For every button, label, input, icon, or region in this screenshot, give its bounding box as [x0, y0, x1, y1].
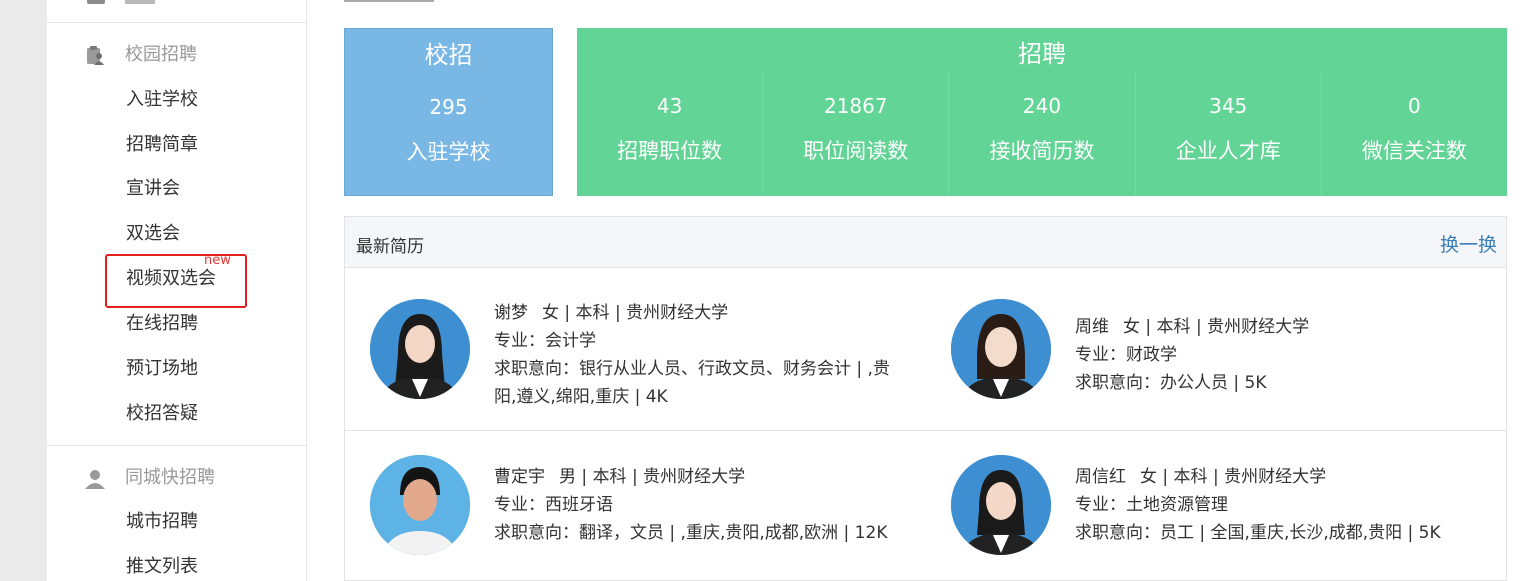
panel-title: 最新简历: [356, 237, 424, 257]
sidebar-item-schools[interactable]: 入驻学校: [126, 89, 198, 111]
stat-value: 345: [1209, 94, 1248, 118]
clipboard-user-icon: [87, 46, 104, 65]
resume-info: 周信红女 | 本科 | 贵州财经大学 专业：土地资源管理 求职意向：员工 | 全…: [1075, 463, 1490, 547]
resume-card[interactable]: 周信红女 | 本科 | 贵州财经大学 专业：土地资源管理 求职意向：员工 | 全…: [951, 455, 1511, 575]
stat-talent-pool[interactable]: 345 企业人才库: [1134, 70, 1321, 196]
latest-resumes-panel: 最新简历 换一换 谢梦女 | 本科 | 贵州财经大学 专业：会计学 求职意向：银…: [344, 216, 1507, 581]
resume-name: 周信红: [1075, 467, 1126, 487]
resume-intent: 求职意向：办公人员 | 5K: [1075, 373, 1267, 393]
stat-resumes-received[interactable]: 240 接收简历数: [948, 70, 1134, 196]
sidebar-item-brochures[interactable]: 招聘简章: [126, 134, 198, 156]
sidebar-item-seminars[interactable]: 宣讲会: [126, 178, 180, 200]
stat-value: 21867: [823, 94, 888, 118]
avatar: [951, 455, 1051, 555]
sidebar: 校园招聘 入驻学校 招聘简章 宣讲会 双选会 视频双选会 new 在线招聘 预订…: [47, 0, 307, 581]
campus-stats-card[interactable]: 校招 295 入驻学校: [344, 28, 553, 196]
resume-info: 曹定宇男 | 本科 | 贵州财经大学 专业：西班牙语 求职意向：翻译，文员 | …: [494, 463, 909, 547]
avatar: [370, 299, 470, 399]
user-icon: [85, 470, 105, 489]
stat-value: 0: [1408, 94, 1421, 118]
campus-school-label: 入驻学校: [406, 140, 491, 164]
row-divider: [345, 430, 1506, 431]
stat-job-count[interactable]: 43 招聘职位数: [577, 70, 762, 196]
stat-label: 职位阅读数: [803, 139, 909, 163]
resume-card[interactable]: 谢梦女 | 本科 | 贵州财经大学 专业：会计学 求职意向：银行从业人员、行政文…: [370, 299, 930, 419]
campus-card-title: 校招: [424, 41, 473, 69]
sidebar-divider: [47, 445, 306, 446]
resume-name: 谢梦: [494, 303, 528, 323]
stat-value: 43: [656, 94, 683, 118]
stat-label: 接收简历数: [989, 139, 1095, 163]
sidebar-group-label: 同城快招聘: [125, 467, 215, 488]
resume-major: 专业：会计学: [494, 331, 596, 351]
sidebar-item-city-recruit[interactable]: 城市招聘: [126, 511, 198, 533]
sidebar-divider: [47, 22, 306, 23]
sidebar-item-article-list[interactable]: 推文列表: [126, 556, 198, 578]
left-gutter: [0, 0, 47, 581]
resume-info: 周维女 | 本科 | 贵州财经大学 专业：财政学 求职意向：办公人员 | 5K: [1075, 313, 1490, 397]
home-icon[interactable]: [87, 0, 105, 4]
sidebar-top-item-partial[interactable]: [125, 0, 155, 4]
sidebar-item-book-venue[interactable]: 预订场地: [126, 358, 198, 380]
sidebar-group-city: 同城快招聘: [47, 463, 306, 493]
stat-label: 微信关注数: [1361, 139, 1467, 163]
panel-header: 最新简历 换一换: [345, 217, 1506, 268]
resume-major: 专业：西班牙语: [494, 495, 613, 515]
resume-intent: 求职意向：员工 | 全国,重庆,长沙,成都,贵阳 | 5K: [1075, 523, 1441, 543]
sidebar-group-campus: 校园招聘: [47, 40, 306, 70]
resume-info: 谢梦女 | 本科 | 贵州财经大学 专业：会计学 求职意向：银行从业人员、行政文…: [494, 299, 909, 411]
resume-meta: 女 | 本科 | 贵州财经大学: [542, 303, 729, 323]
highlight-annotation: [105, 254, 247, 308]
resume-intent: 求职意向：银行从业人员、行政文员、财务会计 | ,贵阳,遵义,绵阳,重庆 | 4…: [494, 359, 890, 407]
recruit-card-title: 招聘: [1018, 40, 1066, 68]
avatar: [370, 455, 470, 555]
campus-school-count: 295: [429, 95, 468, 119]
resume-card[interactable]: 周维女 | 本科 | 贵州财经大学 专业：财政学 求职意向：办公人员 | 5K: [951, 299, 1511, 419]
resume-intent: 求职意向：翻译，文员 | ,重庆,贵阳,成都,欧洲 | 12K: [494, 523, 888, 543]
stat-label: 企业人才库: [1175, 139, 1281, 163]
sidebar-item-online-recruit[interactable]: 在线招聘: [126, 313, 198, 335]
stat-wechat-followers[interactable]: 0 微信关注数: [1320, 70, 1507, 196]
resume-meta: 女 | 本科 | 贵州财经大学: [1123, 317, 1310, 337]
resume-meta: 女 | 本科 | 贵州财经大学: [1140, 467, 1327, 487]
stat-job-views[interactable]: 21867 职位阅读数: [762, 70, 948, 196]
resume-major: 专业：土地资源管理: [1075, 495, 1228, 515]
sidebar-item-job-fair[interactable]: 双选会: [126, 223, 180, 245]
sidebar-item-faq[interactable]: 校招答疑: [126, 403, 198, 425]
avatar: [951, 299, 1051, 399]
sidebar-group-label: 校园招聘: [125, 44, 197, 65]
page-title-partial: [344, 0, 434, 2]
stat-value: 240: [1022, 94, 1062, 118]
resume-card[interactable]: 曹定宇男 | 本科 | 贵州财经大学 专业：西班牙语 求职意向：翻译，文员 | …: [370, 455, 930, 575]
resume-name: 曹定宇: [494, 467, 545, 487]
resume-meta: 男 | 本科 | 贵州财经大学: [559, 467, 746, 487]
recruit-stats-card: 招聘 43 招聘职位数 21867 职位阅读数 240 接收简历数 345 企业…: [577, 28, 1507, 196]
refresh-link[interactable]: 换一换: [1440, 230, 1497, 257]
resume-major: 专业：财政学: [1075, 345, 1177, 365]
resume-name: 周维: [1075, 317, 1109, 337]
stat-label: 招聘职位数: [617, 139, 723, 163]
